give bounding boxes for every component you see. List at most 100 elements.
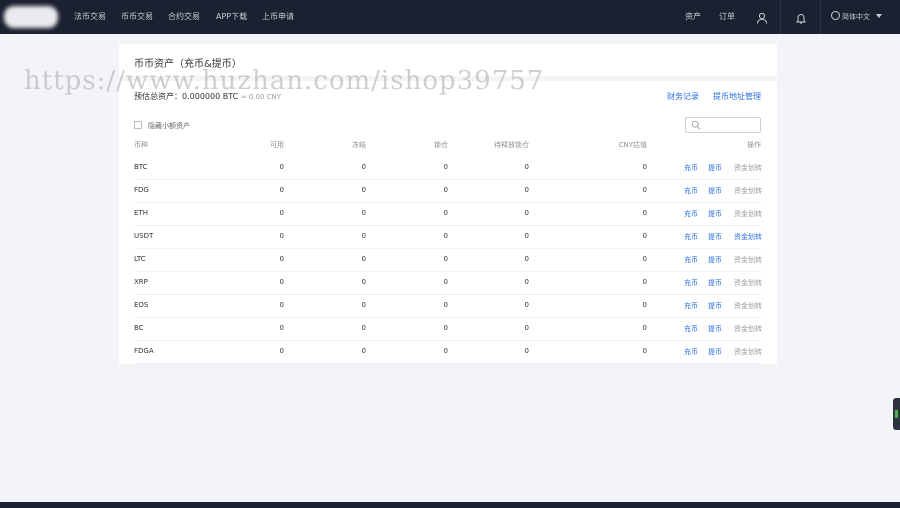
cell-coin: FDG — [134, 186, 149, 194]
assets-card: 预估总资产：0.000000 BTC ≈ 0.00 CNY 财务记录 提币地址管… — [119, 81, 777, 364]
col-header-available: 可用 — [270, 141, 284, 149]
cell-cny: 0 — [642, 278, 647, 286]
cell-coin: BTC — [134, 163, 148, 171]
col-header-coin: 币种 — [134, 141, 148, 149]
bell-icon[interactable] — [794, 10, 808, 24]
nav-list-coin[interactable]: 上币申请 — [262, 0, 294, 34]
hide-small-label: 隐藏小额资产 — [148, 122, 190, 130]
cell-coin: USDT — [134, 232, 154, 240]
withdraw-link[interactable]: 提币 — [708, 232, 722, 242]
cell-pending: 0 — [524, 255, 529, 263]
cell-coin: ETH — [134, 209, 148, 217]
withdraw-link[interactable]: 提币 — [708, 324, 722, 334]
deposit-link[interactable]: 充币 — [684, 232, 698, 242]
withdraw-link[interactable]: 提币 — [708, 209, 722, 219]
nav-coin-trading[interactable]: 币币交易 — [121, 0, 153, 34]
hide-small-assets[interactable]: 隐藏小额资产 — [134, 121, 190, 131]
deposit-link[interactable]: 充币 — [684, 186, 698, 196]
nav-fiat-trading[interactable]: 法币交易 — [74, 0, 106, 34]
deposit-link[interactable]: 充币 — [684, 163, 698, 173]
table-row: BTC 0 0 0 0 0 充币 提币 资金划转 — [134, 156, 762, 180]
cell-cny: 0 — [642, 163, 647, 171]
nav-divider — [780, 0, 781, 34]
transfer-link[interactable]: 资金划转 — [734, 186, 762, 196]
deposit-link[interactable]: 充币 — [684, 209, 698, 219]
cell-available: 0 — [279, 324, 284, 332]
withdraw-link[interactable]: 提币 — [708, 163, 722, 173]
withdraw-link[interactable]: 提币 — [708, 301, 722, 311]
deposit-link[interactable]: 充币 — [684, 324, 698, 334]
footer-bar — [0, 502, 900, 508]
cell-frozen: 0 — [361, 186, 366, 194]
cell-available: 0 — [279, 209, 284, 217]
cell-cny: 0 — [642, 347, 647, 355]
cell-frozen: 0 — [361, 324, 366, 332]
withdraw-link[interactable]: 提币 — [708, 186, 722, 196]
cell-pending: 0 — [524, 347, 529, 355]
cell-locked: 0 — [443, 255, 448, 263]
transfer-link[interactable]: 资金划转 — [734, 232, 762, 242]
col-header-cny: CNY估值 — [618, 141, 647, 149]
cell-cny: 0 — [642, 301, 647, 309]
cell-frozen: 0 — [361, 347, 366, 355]
transfer-link[interactable]: 资金划转 — [734, 163, 762, 173]
deposit-link[interactable]: 充币 — [684, 347, 698, 357]
table-row: EOS 0 0 0 0 0 充币 提币 资金划转 — [134, 294, 762, 318]
deposit-link[interactable]: 充币 — [684, 255, 698, 265]
withdraw-address-link[interactable]: 提币地址管理 — [713, 91, 761, 102]
cell-locked: 0 — [443, 324, 448, 332]
transfer-link[interactable]: 资金划转 — [734, 324, 762, 334]
cell-available: 0 — [279, 163, 284, 171]
hide-small-checkbox[interactable] — [134, 121, 142, 129]
table-row: FDGA 0 0 0 0 0 充币 提币 资金划转 — [134, 340, 762, 364]
cell-locked: 0 — [443, 347, 448, 355]
deposit-link[interactable]: 充币 — [684, 301, 698, 311]
cell-pending: 0 — [524, 301, 529, 309]
nav-app-download[interactable]: APP下载 — [216, 0, 247, 34]
withdraw-link[interactable]: 提币 — [708, 255, 722, 265]
top-nav-bar: 法币交易 币币交易 合约交易 APP下载 上币申请 资产 订单 简体中文 — [0, 0, 900, 34]
user-icon[interactable] — [755, 10, 769, 24]
withdraw-link[interactable]: 提币 — [708, 278, 722, 288]
cell-pending: 0 — [524, 324, 529, 332]
cell-locked: 0 — [443, 301, 448, 309]
cell-pending: 0 — [524, 278, 529, 286]
cell-pending: 0 — [524, 186, 529, 194]
search-icon — [691, 120, 701, 130]
cell-locked: 0 — [443, 186, 448, 194]
cell-available: 0 — [279, 347, 284, 355]
nav-orders[interactable]: 订单 — [719, 0, 735, 34]
table-row: ETH 0 0 0 0 0 充币 提币 资金划转 — [134, 202, 762, 226]
cell-frozen: 0 — [361, 255, 366, 263]
cell-frozen: 0 — [361, 232, 366, 240]
site-logo[interactable] — [4, 6, 58, 28]
cell-coin: BC — [134, 324, 144, 332]
finance-records-link[interactable]: 财务记录 — [667, 91, 699, 102]
transfer-link[interactable]: 资金划转 — [734, 347, 762, 357]
col-header-locked: 锁仓 — [434, 141, 448, 149]
table-row: FDG 0 0 0 0 0 充币 提币 资金划转 — [134, 179, 762, 203]
language-select[interactable]: 简体中文 — [831, 0, 882, 34]
cell-available: 0 — [279, 301, 284, 309]
nav-assets[interactable]: 资产 — [685, 0, 701, 34]
cell-cny: 0 — [642, 209, 647, 217]
transfer-link[interactable]: 资金划转 — [734, 255, 762, 265]
withdraw-link[interactable]: 提币 — [708, 347, 722, 357]
chevron-down-icon — [876, 14, 882, 18]
transfer-link[interactable]: 资金划转 — [734, 278, 762, 288]
nav-contract-trading[interactable]: 合约交易 — [168, 0, 200, 34]
deposit-link[interactable]: 充币 — [684, 278, 698, 288]
cell-frozen: 0 — [361, 163, 366, 171]
cell-pending: 0 — [524, 163, 529, 171]
side-float-tab[interactable] — [893, 398, 900, 430]
cell-locked: 0 — [443, 232, 448, 240]
transfer-link[interactable]: 资金划转 — [734, 209, 762, 219]
cell-locked: 0 — [443, 209, 448, 217]
cell-available: 0 — [279, 232, 284, 240]
cell-frozen: 0 — [361, 209, 366, 217]
globe-icon — [831, 11, 840, 20]
cell-coin: LTC — [134, 255, 146, 263]
transfer-link[interactable]: 资金划转 — [734, 301, 762, 311]
search-input[interactable] — [685, 117, 761, 133]
cell-locked: 0 — [443, 278, 448, 286]
